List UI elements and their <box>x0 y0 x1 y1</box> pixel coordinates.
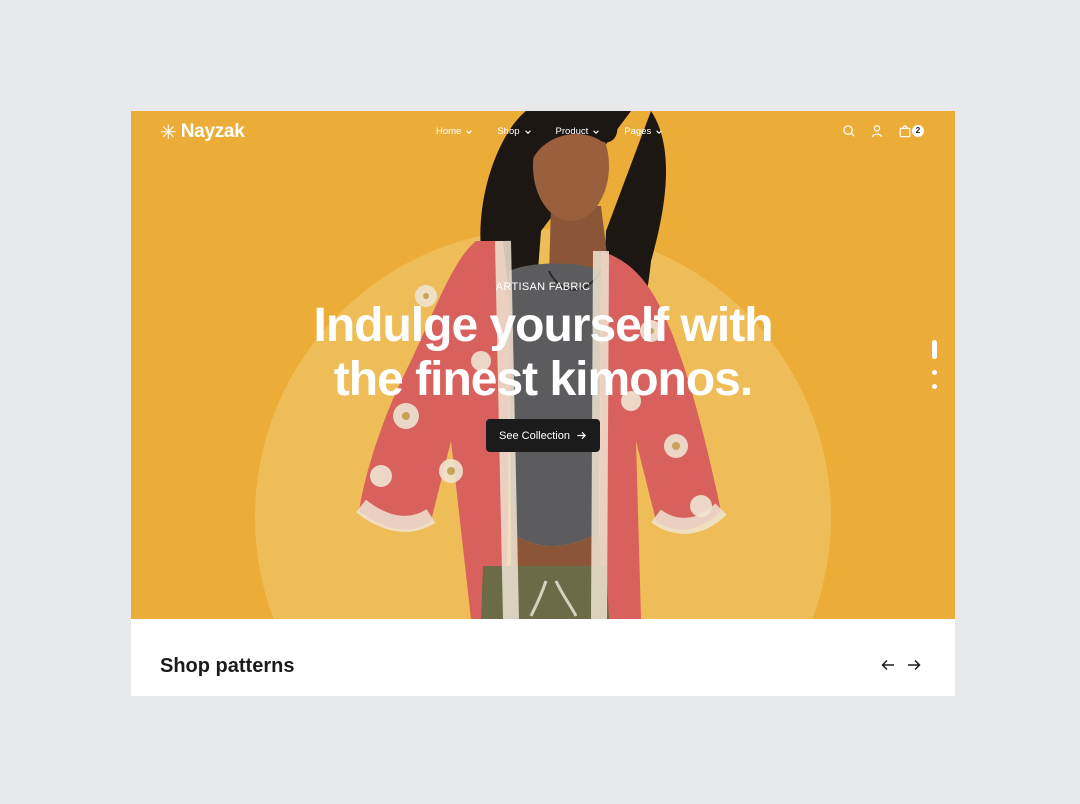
see-collection-label: See Collection <box>499 429 570 442</box>
chevron-down-icon <box>593 129 600 134</box>
nav-item-pages[interactable]: Pages <box>624 126 663 137</box>
nav-item-shop[interactable]: Shop <box>497 126 531 137</box>
top-navigation-bar: ✳ Nayzak Home Shop Product Pages 2 <box>131 111 955 155</box>
cart-button[interactable]: 2 <box>898 124 924 138</box>
header-actions: 2 <box>842 124 924 138</box>
page-frame: ✳ Nayzak Home Shop Product Pages 2 ARTIS… <box>131 111 955 696</box>
brand-name: Nayzak <box>180 121 245 142</box>
nav-item-label: Product <box>555 126 589 137</box>
slide-indicator[interactable] <box>932 370 937 375</box>
section-title: Shop patterns <box>160 655 295 677</box>
slide-pagination <box>932 340 938 392</box>
cart-count-badge: 2 <box>912 125 924 137</box>
arrow-right-icon <box>577 431 586 440</box>
nav-item-label: Home <box>436 126 462 137</box>
chevron-down-icon <box>524 129 531 134</box>
brand-logo[interactable]: ✳ Nayzak <box>160 120 245 144</box>
slide-indicator[interactable] <box>932 384 937 389</box>
chevron-down-icon <box>466 129 473 134</box>
nav-item-product[interactable]: Product <box>556 126 601 137</box>
hero-title-line-1: Indulge yourself with <box>313 299 773 352</box>
slide-indicator-active[interactable] <box>932 340 937 359</box>
hero-title: Indulge yourself with the finest kimonos… <box>131 299 955 407</box>
user-icon[interactable] <box>870 124 884 138</box>
hero-eyebrow: ARTISAN FABRIC <box>495 281 591 293</box>
search-icon[interactable] <box>842 124 856 138</box>
next-button[interactable] <box>906 657 922 673</box>
nav-item-label: Pages <box>624 126 652 137</box>
carousel-controls <box>880 657 922 673</box>
hero-title-line-2: the finest kimonos. <box>333 353 753 406</box>
previous-button[interactable] <box>880 657 896 673</box>
nav-item-label: Shop <box>497 126 520 137</box>
nav-item-home[interactable]: Home <box>436 126 473 137</box>
asterisk-icon: ✳ <box>160 120 177 144</box>
chevron-down-icon <box>656 129 663 134</box>
arrow-right-icon <box>908 659 921 671</box>
hero-banner: ✳ Nayzak Home Shop Product Pages 2 ARTIS… <box>131 111 955 619</box>
shopping-bag-icon <box>899 125 911 138</box>
see-collection-button[interactable]: See Collection <box>486 419 600 452</box>
main-nav: Home Shop Product Pages <box>436 126 663 137</box>
arrow-left-icon <box>881 659 894 671</box>
shop-patterns-section: Shop patterns <box>131 619 955 696</box>
